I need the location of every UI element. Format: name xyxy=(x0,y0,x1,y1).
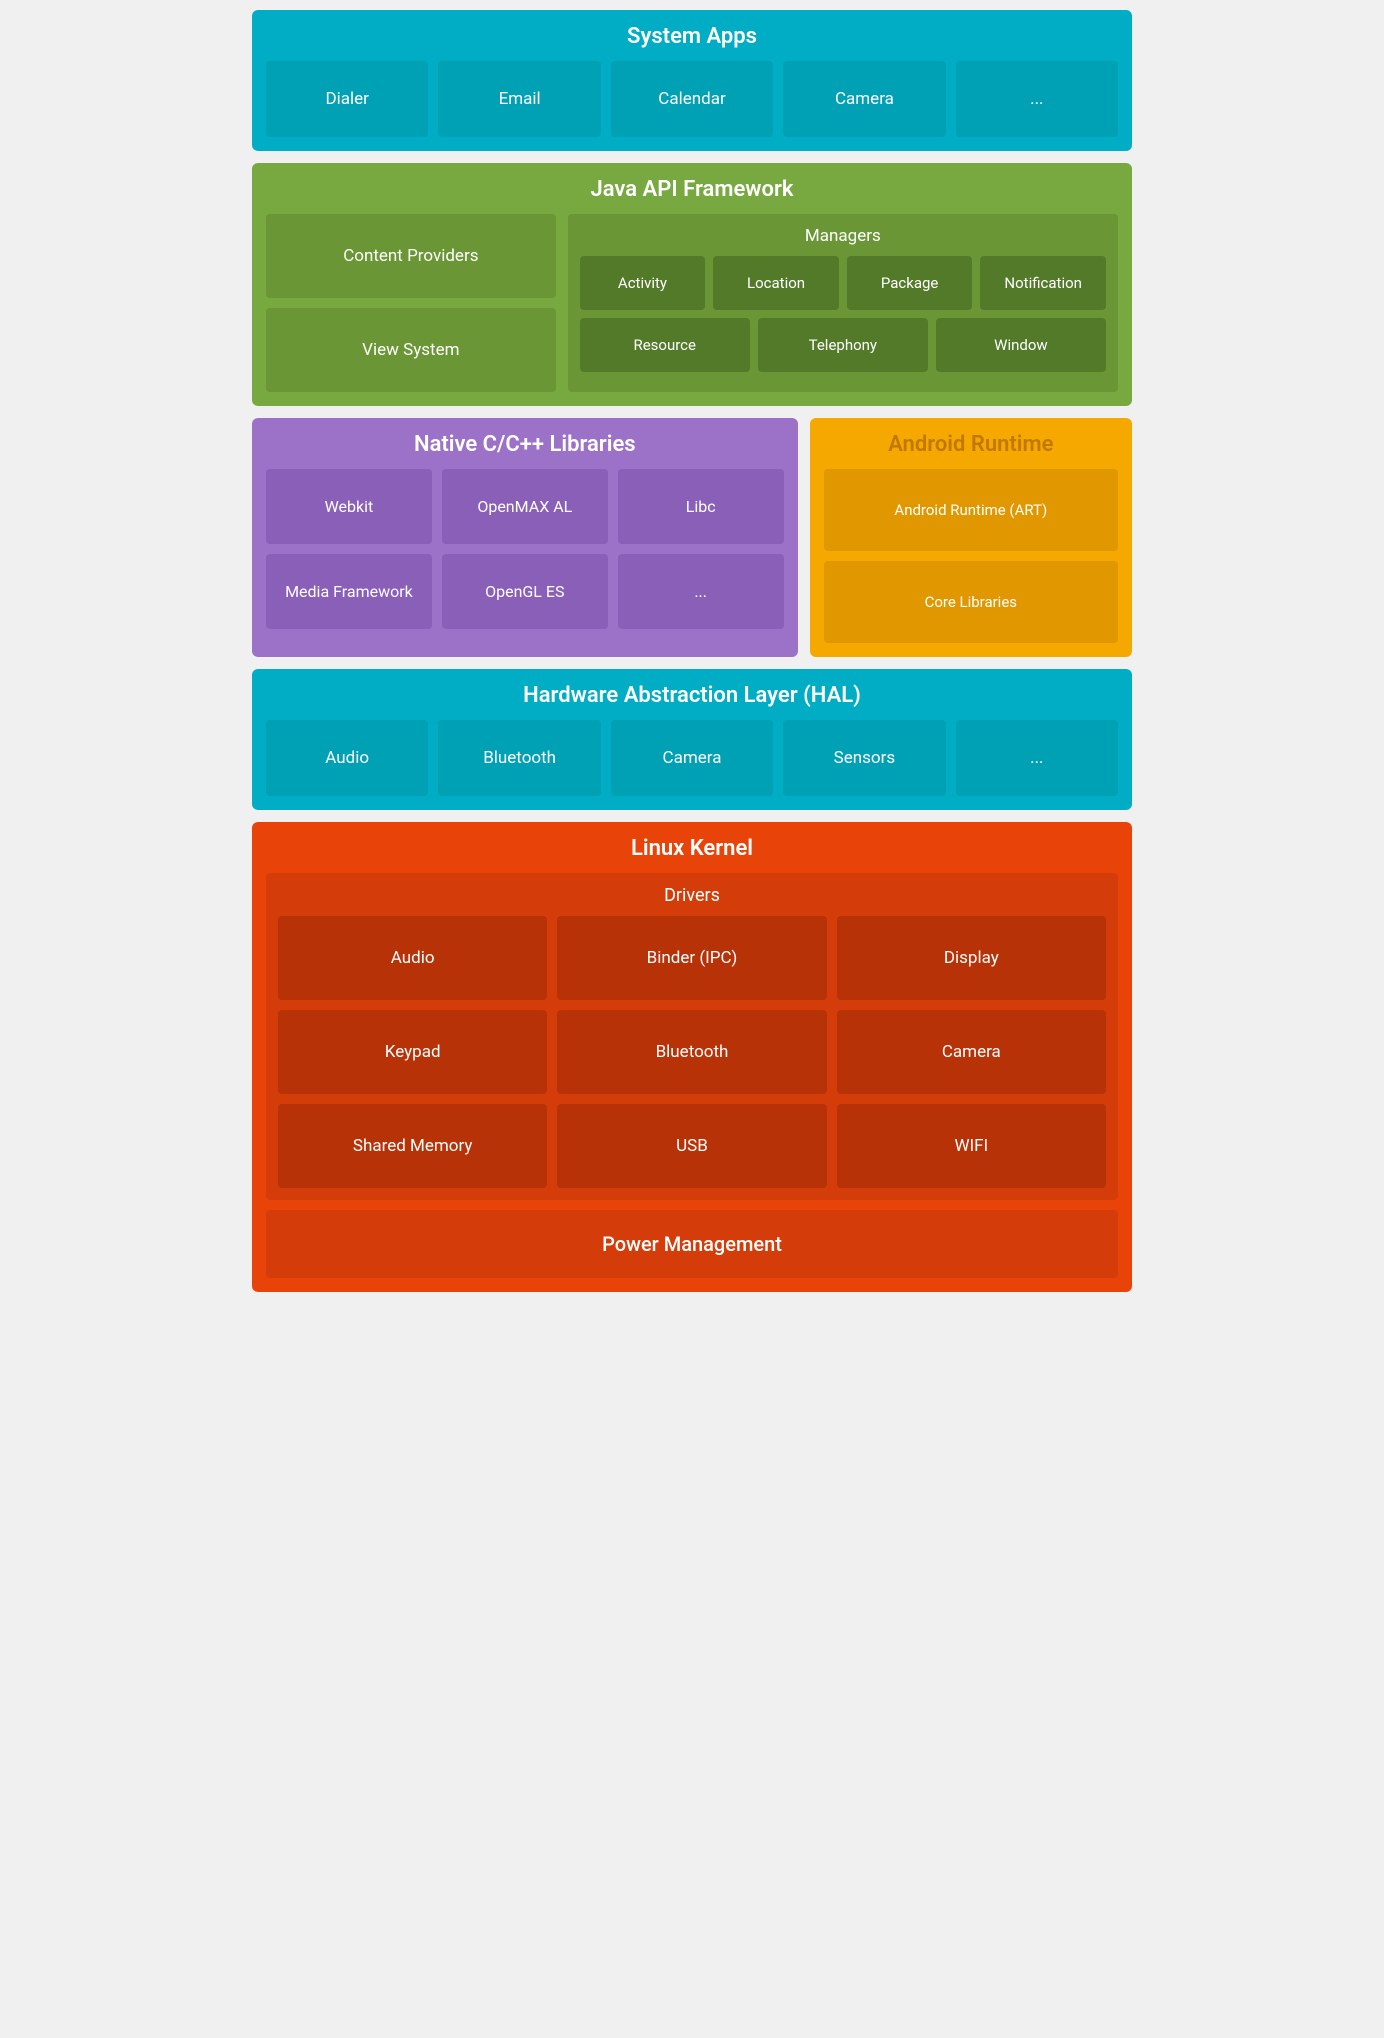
manager-card: Location xyxy=(713,256,839,310)
manager-card: Window xyxy=(936,318,1106,372)
managers-row2: ResourceTelephonyWindow xyxy=(580,318,1106,372)
system-apps-title: System Apps xyxy=(266,24,1118,49)
android-runtime-layer: Android Runtime Android Runtime (ART) Cor… xyxy=(810,418,1132,657)
drivers-title: Drivers xyxy=(278,885,1106,906)
system-app-card: Calendar xyxy=(611,61,773,137)
driver-card: Display xyxy=(837,916,1106,1000)
managers-row1: ActivityLocationPackageNotification xyxy=(580,256,1106,310)
native-lib-card: Webkit xyxy=(266,469,432,544)
driver-card: USB xyxy=(557,1104,826,1188)
manager-card: Telephony xyxy=(758,318,928,372)
native-lib-card: Media Framework xyxy=(266,554,432,629)
hal-card: Camera xyxy=(611,720,773,796)
drivers-section: Drivers AudioBinder (IPC)Display KeypadBl… xyxy=(266,873,1118,1200)
java-api-layer: Java API Framework Content Providers View… xyxy=(252,163,1132,406)
system-app-card: Email xyxy=(438,61,600,137)
native-runtime-row: Native C/C++ Libraries WebkitOpenMAX ALL… xyxy=(252,418,1132,657)
android-runtime-title: Android Runtime xyxy=(824,432,1118,457)
driver-card: Shared Memory xyxy=(278,1104,547,1188)
native-libs-title: Native C/C++ Libraries xyxy=(266,432,784,457)
java-left-card: Content Providers xyxy=(266,214,556,298)
manager-card: Notification xyxy=(980,256,1106,310)
linux-kernel-title: Linux Kernel xyxy=(266,836,1118,861)
system-app-card: ... xyxy=(956,61,1118,137)
hal-title: Hardware Abstraction Layer (HAL) xyxy=(266,683,1118,708)
native-lib-card: Libc xyxy=(618,469,784,544)
native-libs-grid: WebkitOpenMAX ALLibc Media FrameworkOpenG… xyxy=(266,469,784,629)
java-api-content: Content Providers View System Managers Ac… xyxy=(266,214,1118,392)
hal-card: Bluetooth xyxy=(438,720,600,796)
power-management: Power Management xyxy=(266,1210,1118,1278)
system-app-card: Dialer xyxy=(266,61,428,137)
android-runtime-card: Android Runtime (ART) xyxy=(824,469,1118,551)
native-lib-card: ... xyxy=(618,554,784,629)
java-left-card: View System xyxy=(266,308,556,392)
driver-card: Bluetooth xyxy=(557,1010,826,1094)
driver-card: Keypad xyxy=(278,1010,547,1094)
driver-card: Camera xyxy=(837,1010,1106,1094)
linux-kernel-layer: Linux Kernel Drivers AudioBinder (IPC)Di… xyxy=(252,822,1132,1292)
hal-layer: Hardware Abstraction Layer (HAL) AudioBl… xyxy=(252,669,1132,810)
hal-cards: AudioBluetoothCameraSensors... xyxy=(266,720,1118,796)
java-api-right: Managers ActivityLocationPackageNotifica… xyxy=(568,214,1118,392)
drivers-grid: AudioBinder (IPC)Display KeypadBluetoothC… xyxy=(278,916,1106,1188)
android-runtime-cards: Android Runtime (ART) Core Libraries xyxy=(824,469,1118,643)
java-api-left: Content Providers View System xyxy=(266,214,556,392)
system-app-card: Camera xyxy=(783,61,945,137)
hal-card: Audio xyxy=(266,720,428,796)
hal-card: Sensors xyxy=(783,720,945,796)
driver-card: Audio xyxy=(278,916,547,1000)
manager-card: Resource xyxy=(580,318,750,372)
native-lib-card: OpenGL ES xyxy=(442,554,608,629)
native-lib-card: OpenMAX AL xyxy=(442,469,608,544)
system-apps-cards: DialerEmailCalendarCamera... xyxy=(266,61,1118,137)
system-apps-layer: System Apps DialerEmailCalendarCamera... xyxy=(252,10,1132,151)
manager-card: Package xyxy=(847,256,973,310)
native-libs-layer: Native C/C++ Libraries WebkitOpenMAX ALL… xyxy=(252,418,798,657)
android-runtime-card: Core Libraries xyxy=(824,561,1118,643)
manager-card: Activity xyxy=(580,256,706,310)
hal-card: ... xyxy=(956,720,1118,796)
driver-card: WIFI xyxy=(837,1104,1106,1188)
java-api-title: Java API Framework xyxy=(266,177,1118,202)
driver-card: Binder (IPC) xyxy=(557,916,826,1000)
managers-title: Managers xyxy=(580,226,1106,246)
